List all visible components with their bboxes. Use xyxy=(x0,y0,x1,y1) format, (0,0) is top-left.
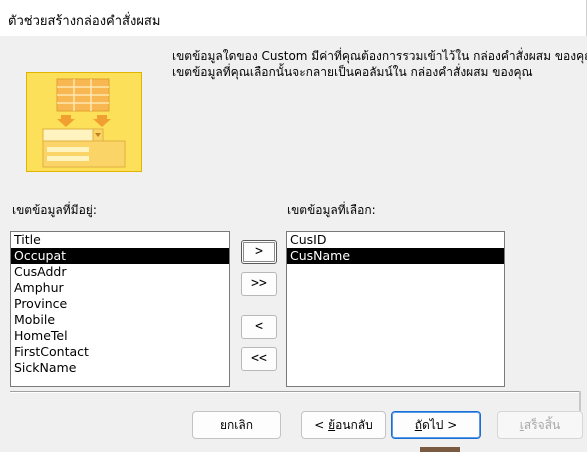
selected-fields-listbox[interactable]: CusID CusName xyxy=(286,231,505,387)
selected-fields-label: เขตข้อมูลที่เลือก: xyxy=(287,203,376,217)
description-line-2: เขตข้อมูลที่คุณเลือกนั้นจะกลายเป็นคอลัมน… xyxy=(172,65,533,79)
available-fields-listbox[interactable]: Title Occupat CusAddr Amphur Province Mobile H… xyxy=(10,231,230,387)
list-item[interactable]: Mobile xyxy=(11,312,229,328)
footer-separator xyxy=(10,391,581,393)
finish-button[interactable]: เสร็จสิ้น xyxy=(497,411,583,439)
back-button-prefix: < xyxy=(314,418,329,432)
next-button-label: ดไป > xyxy=(421,418,458,432)
list-item[interactable]: HomeTel xyxy=(11,328,229,344)
wizard-illustration xyxy=(26,72,142,172)
list-item[interactable]: Title xyxy=(11,232,229,248)
remove-all-fields-button[interactable]: << xyxy=(241,347,277,371)
list-item[interactable]: CusName xyxy=(287,248,504,264)
list-item[interactable]: Province xyxy=(11,296,229,312)
footer-separator-edge xyxy=(579,391,581,411)
list-item[interactable]: CusID xyxy=(287,232,504,248)
title-bar: ตัวช่วยสร้างกล่องคำสั่งผสม xyxy=(0,0,587,36)
add-field-button[interactable]: > xyxy=(241,240,277,264)
description-line-1: เขตข้อมูลใดของ Custom มีค่าที่คุณต้องการ… xyxy=(172,49,587,63)
list-item[interactable]: FirstContact xyxy=(11,344,229,360)
available-fields-label: เขตข้อมูลที่มีอยู่: xyxy=(12,203,97,217)
add-all-fields-button[interactable]: >> xyxy=(241,272,277,296)
background-window-edge xyxy=(420,447,460,452)
list-item[interactable]: CusAddr xyxy=(11,264,229,280)
list-item[interactable]: SickName xyxy=(11,360,229,376)
combo-box-illustration-icon xyxy=(27,73,141,171)
cancel-button[interactable]: ยกเลิก xyxy=(192,411,281,439)
back-button[interactable]: < ย้อนกลับ xyxy=(301,411,386,439)
next-button-hotkey: ถั xyxy=(414,418,422,432)
list-item[interactable]: Occupat xyxy=(11,248,229,264)
window-title: ตัวช่วยสร้างกล่องคำสั่งผสม xyxy=(8,14,161,29)
wizard-description: เขตข้อมูลใดของ Custom มีค่าที่คุณต้องการ… xyxy=(172,48,587,80)
next-button[interactable]: ถัดไป > xyxy=(391,411,481,439)
back-button-label: อนกลับ xyxy=(335,418,373,432)
list-item[interactable]: Amphur xyxy=(11,280,229,296)
finish-button-label: สร็จสิ้น xyxy=(523,418,561,432)
remove-field-button[interactable]: < xyxy=(241,315,277,339)
